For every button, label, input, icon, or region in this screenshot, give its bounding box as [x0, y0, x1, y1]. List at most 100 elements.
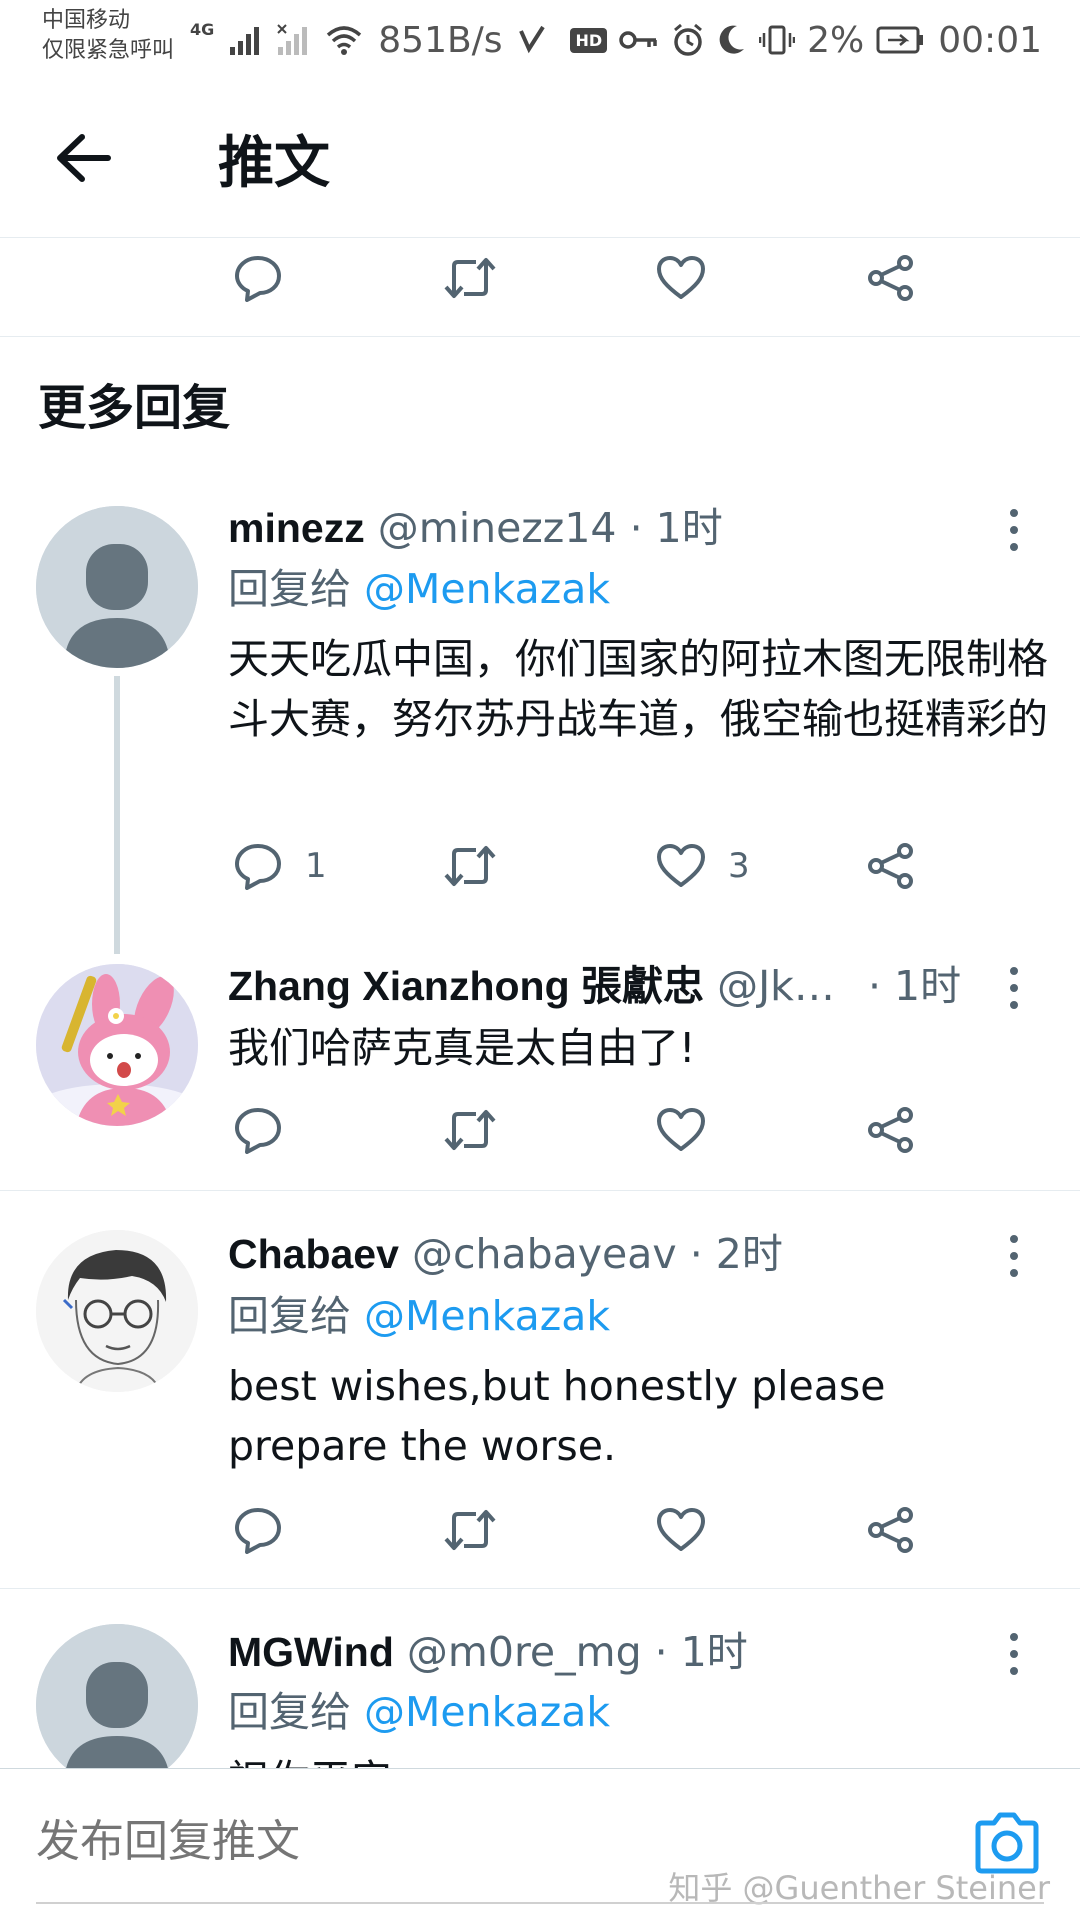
reply-button[interactable]: 1 [233, 826, 327, 906]
author-name[interactable]: MGWind [228, 1629, 394, 1675]
tweet-header: Chabaev @chabayeav · 2时 [228, 1226, 783, 1282]
author-handle: @minezz14 [377, 504, 617, 552]
retweet-icon [444, 1110, 496, 1150]
share-icon [868, 255, 913, 301]
reply-icon [235, 844, 281, 890]
tweet-time: · 1时 [867, 962, 962, 1010]
divider [0, 1190, 1080, 1191]
status-right-icons: HD 2% 00:01 [570, 16, 1042, 64]
author-handle: @Jk… [717, 962, 835, 1010]
reply-icon [235, 1108, 281, 1154]
wifi-icon [324, 23, 364, 57]
more-options-button[interactable] [994, 1226, 1034, 1286]
retweet-icon [444, 1510, 496, 1550]
reply-icon [235, 1508, 281, 1554]
divider [0, 336, 1080, 337]
share-button[interactable] [866, 826, 916, 906]
reply-prefix: 回复给 [228, 1292, 351, 1340]
moon-icon [717, 23, 747, 57]
tweet-time: · 1时 [654, 1628, 748, 1676]
tweet-text: best wishes,but honestly please prepare … [228, 1362, 886, 1470]
status-bar: 中国移动 仅限紧急呼叫 4G 851B/s HD 2% 00:01 [0, 0, 1080, 80]
tweet-header: Zhang Xianzhong 張獻忠 @Jk… · 1时 [228, 958, 961, 1014]
heart-icon [657, 1508, 705, 1551]
share-icon [868, 843, 913, 889]
tweet-header: MGWind @m0re_mg · 1时 [228, 1624, 748, 1680]
reply-to-line: 回复给 @Menkazak [228, 561, 610, 617]
status-left-icons: 4G 851B/s [190, 16, 547, 64]
author-handle: @m0re_mg [406, 1628, 642, 1676]
reply-prefix: 回复给 [228, 565, 351, 613]
avatar[interactable] [36, 506, 198, 668]
retweet-icon [444, 846, 496, 886]
share-icon [868, 1107, 913, 1153]
section-title: 更多回复 [38, 380, 231, 436]
like-count: 3 [728, 846, 750, 886]
like-button[interactable] [656, 1490, 706, 1570]
default-avatar-icon [36, 1624, 198, 1768]
tweet-card[interactable]: MGWind @m0re_mg · 1时 回复给 @Menkazak 祝你平安 [0, 1624, 1080, 1768]
author-name[interactable]: Chabaev [228, 1231, 399, 1277]
reply-button[interactable] [233, 238, 283, 318]
reply-icon [235, 256, 281, 302]
back-button[interactable] [48, 126, 120, 190]
key-icon [619, 25, 659, 55]
retweet-button[interactable] [442, 1090, 498, 1170]
tweet-text: 天天吃瓜中国，你们国家的阿拉木图无限制格斗大赛，努尔苏丹战车道，俄空输也挺精彩的 [228, 635, 1048, 743]
heart-icon [657, 844, 705, 887]
author-name[interactable]: Zhang Xianzhong 張獻忠 [228, 963, 704, 1009]
retweet-button[interactable] [442, 238, 498, 318]
reply-button[interactable] [233, 1490, 283, 1570]
clock: 00:01 [938, 19, 1042, 61]
more-options-button[interactable] [994, 958, 1034, 1018]
battery-percent: 2% [807, 19, 865, 61]
gesture-bar [36, 1902, 1044, 1904]
tweet-actions [0, 1090, 1080, 1170]
divider [0, 1588, 1080, 1589]
retweet-icon [444, 258, 496, 298]
like-button[interactable] [656, 238, 706, 318]
author-name[interactable]: minezz [228, 505, 365, 551]
reply-composer: 知乎 @Guenther Steiner [0, 1768, 1080, 1920]
reply-to-line: 回复给 @Menkazak [228, 1684, 610, 1740]
retweet-button[interactable] [442, 826, 498, 906]
reply-to-handle[interactable]: @Menkazak [364, 1292, 610, 1340]
reply-prefix: 回复给 [228, 1688, 351, 1736]
share-button[interactable] [866, 1090, 916, 1170]
signal-icon [228, 23, 262, 57]
alarm-icon [671, 23, 705, 57]
vpn-check-icon [517, 23, 547, 57]
main-tweet-actions [0, 238, 1080, 318]
avatar[interactable] [36, 1624, 198, 1768]
vibrate-icon [759, 23, 796, 57]
retweet-button[interactable] [442, 1490, 498, 1570]
battery-charging-icon [876, 25, 926, 55]
carrier-name: 中国移动 [42, 8, 131, 33]
more-options-button[interactable] [994, 500, 1034, 560]
hd-badge: HD [570, 27, 608, 53]
reply-button[interactable] [233, 1090, 283, 1170]
like-button[interactable]: 3 [656, 826, 750, 906]
thread-line [114, 676, 120, 954]
no-signal-icon [276, 23, 310, 57]
tweet-time: · 2时 [689, 1230, 783, 1278]
heart-icon [657, 1108, 705, 1151]
tweet-text: 我们哈萨克真是太自由了! [228, 1024, 696, 1072]
tweet-actions [0, 1490, 1080, 1570]
network-speed: 851B/s [378, 19, 503, 61]
top-app-bar: 推文 [0, 80, 1080, 238]
carrier-status: 仅限紧急呼叫 [42, 38, 175, 63]
share-button[interactable] [866, 238, 916, 318]
reply-to-line: 回复给 @Menkazak [228, 1288, 610, 1344]
page-title: 推文 [218, 131, 330, 196]
share-button[interactable] [866, 1490, 916, 1570]
reply-to-handle[interactable]: @Menkazak [364, 565, 610, 613]
tweet-time: · 1时 [629, 504, 723, 552]
tweet-text: 祝你平安 [228, 1750, 1048, 1768]
reply-to-handle[interactable]: @Menkazak [364, 1688, 610, 1736]
network-type: 4G [190, 20, 215, 39]
more-options-button[interactable] [994, 1624, 1034, 1684]
avatar[interactable] [36, 1230, 198, 1392]
share-icon [868, 1507, 913, 1553]
like-button[interactable] [656, 1090, 706, 1170]
